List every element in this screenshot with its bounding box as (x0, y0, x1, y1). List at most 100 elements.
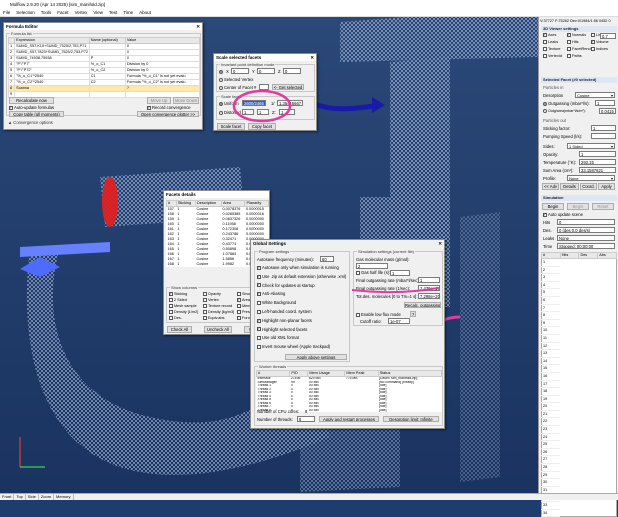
move-down-button[interactable]: Move Down (173, 97, 199, 104)
column-option[interactable]: Opacity (203, 292, 221, 296)
pumping-input[interactable] (591, 133, 616, 139)
convergence-options[interactable]: ▲ Convergence options (8, 120, 53, 125)
pause-button[interactable]: Begin (567, 203, 589, 210)
viewer-option[interactable]: Volume (591, 39, 609, 44)
help-button[interactable]: ? (410, 311, 416, 317)
menu-item-view[interactable]: View (90, 9, 106, 17)
auto-update-scene[interactable]: Auto update scene (543, 212, 583, 217)
selected-vertex-radio[interactable]: Selected Vertex (219, 77, 253, 82)
recalculate-button[interactable]: Recalculate now (9, 97, 54, 104)
normals-scale-input[interactable]: 0.7 (600, 33, 616, 39)
column-option[interactable]: Density [kg/m3] (203, 310, 234, 314)
menu-item-tools[interactable]: Tools (38, 9, 55, 17)
outgassing-label[interactable]: Outgassing (mbar*l/s): (543, 101, 590, 106)
xyz-radio[interactable] (219, 69, 224, 74)
outg-area-input[interactable]: 0.0415 (599, 108, 616, 114)
column-option[interactable]: Equiv.abs. (203, 316, 225, 320)
program-option[interactable]: Use .zip as default extension (otherwise… (257, 274, 346, 279)
program-option[interactable]: White Background (257, 300, 296, 305)
column-option[interactable]: 2 Sided (169, 298, 187, 302)
auto-update-formulas[interactable]: Auto-update formulas (9, 105, 54, 110)
column-option[interactable]: Des. (169, 316, 182, 320)
view-button-front[interactable]: Front (0, 494, 15, 500)
close-icon[interactable]: ✕ (310, 54, 314, 61)
viewer-settings-header[interactable]: 3D Viewer settings (541, 26, 617, 32)
low-flux-mode[interactable]: Enable low flux mode (356, 312, 401, 317)
uncheck-all-button[interactable]: Uncheck All (204, 326, 232, 333)
program-option[interactable]: Invert mouse wheel (Apple trackpad) (257, 344, 330, 349)
cutoff-input[interactable]: 1e-07 (388, 318, 410, 324)
gas-mass-input[interactable]: 2 (356, 263, 388, 269)
threads-input[interactable]: 8 (297, 416, 315, 422)
recalc-outgassing-button[interactable]: Recalc. outgassing (404, 302, 441, 308)
viewer-option[interactable]: Hits (567, 40, 579, 44)
apply-button[interactable]: Apply (598, 183, 615, 190)
program-option[interactable]: Highlight non-planar facets (257, 318, 312, 323)
check-all-button[interactable]: Check All (167, 326, 192, 333)
viewer-option[interactable]: Leaks (543, 40, 558, 44)
open-convergence-button[interactable]: Open convergence plotter >> (137, 111, 199, 117)
viewer-option[interactable]: Paths (567, 54, 582, 58)
outgassing-area-label[interactable]: Outg/area(mbar*l/s/m²): (543, 109, 586, 114)
viewer-option[interactable]: Normals (567, 32, 586, 37)
y-input[interactable]: 0 (257, 68, 275, 74)
temperature-input[interactable]: 293.15 (579, 159, 616, 165)
apply-settings-button[interactable]: Apply above settings (285, 354, 347, 360)
viewer-option[interactable]: FacetRend (567, 47, 591, 51)
program-option[interactable]: Left-handed coord. system (257, 309, 312, 314)
view-button-side[interactable]: Side (26, 494, 39, 500)
scale-facet-button[interactable]: Scale facet (217, 123, 245, 130)
menu-item-vertex[interactable]: Vertex (72, 9, 91, 17)
desorption-limit-button[interactable]: Desorption limit: Infinite (383, 416, 439, 422)
reset-button[interactable]: Reset (592, 203, 614, 210)
menu-item-test[interactable]: Test (106, 9, 120, 17)
apply-restart-button[interactable]: Apply and restart processes (319, 416, 379, 422)
program-option[interactable]: Anti-Aliasing (257, 291, 285, 296)
column-option[interactable]: Density [1/m2] (169, 310, 198, 314)
outgassing-input[interactable]: 1 (595, 100, 615, 106)
copy-table-button[interactable]: Copy table (all moments) (9, 111, 64, 117)
menu-item-selection[interactable]: Selection (13, 9, 38, 17)
menu-item-about[interactable]: About (136, 9, 154, 17)
record-convergence[interactable]: Record convergence (147, 105, 191, 110)
view-button-memory[interactable]: Memory (54, 494, 74, 500)
desorption-select[interactable]: Cosine (575, 92, 615, 98)
column-option[interactable]: Vertex (203, 298, 219, 302)
copy-facet-button[interactable]: Copy facet (248, 123, 276, 130)
menu-item-facet[interactable]: Facet (54, 9, 71, 17)
autosave-input[interactable]: 60 (320, 256, 334, 262)
gas-half-life[interactable]: Gas half life (s): (356, 270, 390, 275)
sides-select[interactable]: 1 Sided (567, 143, 615, 149)
program-option[interactable]: Use old XML format (257, 335, 299, 340)
column-option[interactable]: Mesh sample (169, 304, 197, 308)
column-option[interactable]: Sticking (169, 291, 187, 296)
sticking-input[interactable]: 1 (591, 125, 616, 131)
selected-facet-header[interactable]: Selected Facet (#0 selected) (541, 77, 617, 83)
simulation-header[interactable]: Simulation (541, 195, 617, 201)
x-input[interactable]: 0 (231, 68, 249, 74)
begin-button[interactable]: Begin (542, 203, 564, 210)
formula-table[interactable]: Expression Name (optional) Value 1 SUMD_S57,… (7, 37, 201, 98)
details-button[interactable]: Details (560, 183, 579, 190)
opacity-input[interactable]: 1 (579, 151, 616, 157)
column-option[interactable]: Area (237, 297, 250, 302)
menu-item-time[interactable]: Time (120, 9, 136, 17)
view-button-zoom[interactable]: Zoom (39, 494, 55, 500)
program-option[interactable]: Highlight selected facets (257, 326, 307, 332)
column-option[interactable]: Texture record (203, 304, 232, 308)
program-option[interactable]: Check for updates at startup (257, 282, 315, 288)
adv-button[interactable]: << Adv (542, 183, 559, 190)
viewer-option[interactable]: VertexId (543, 54, 562, 58)
area-input[interactable]: 33.1587821 (579, 167, 616, 173)
viewer-option[interactable]: Texture (543, 47, 560, 51)
viewer-option[interactable]: Axes (543, 32, 556, 37)
program-option[interactable]: Autosave only when simulation is running (257, 265, 339, 270)
menu-item-file[interactable]: File (0, 9, 13, 17)
z-input[interactable]: 0 (283, 68, 301, 74)
view-button-top[interactable]: Top (14, 494, 26, 500)
close-icon[interactable]: ✕ (196, 23, 200, 30)
profile-select[interactable]: None (567, 175, 615, 181)
coord-button[interactable]: Coord. (580, 183, 597, 190)
move-up-button[interactable]: Move Up (147, 97, 171, 104)
close-icon[interactable]: ✕ (438, 240, 442, 247)
